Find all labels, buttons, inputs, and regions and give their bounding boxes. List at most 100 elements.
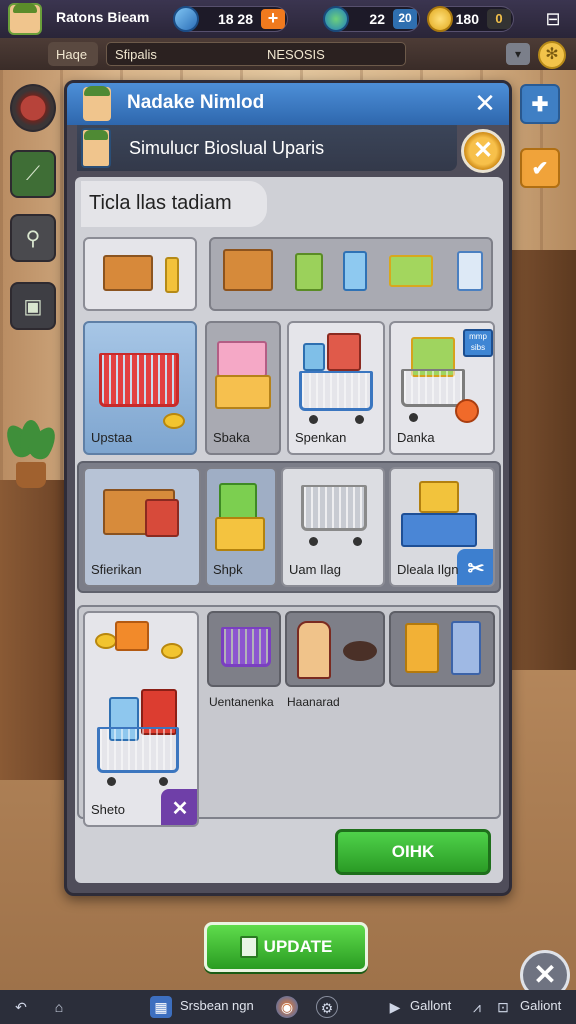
ok-button[interactable]: OIHK <box>335 829 491 875</box>
shelf-card-3-label: Spenkan <box>295 430 347 445</box>
gift-box-icon <box>215 375 271 409</box>
goods-strip-card[interactable] <box>209 237 493 311</box>
stock-card-3[interactable]: Uam Ilag <box>281 467 385 587</box>
purple-basket-icon <box>221 627 271 667</box>
cube-icon <box>295 253 323 291</box>
supply-card-1[interactable]: ✕ Sheto <box>83 611 199 827</box>
tasks-button[interactable]: ✔ <box>520 148 560 188</box>
taskbar-label-1[interactable]: Srsbean ngn <box>180 998 254 1013</box>
supply-card-3[interactable] <box>285 611 385 687</box>
yellow-box-icon <box>215 517 265 551</box>
blue-bin-icon <box>401 513 477 547</box>
section-title: Ticla llas tadiam <box>81 181 267 227</box>
stock-card-4[interactable]: ✂ Dleala Ilgn <box>389 467 495 587</box>
panel-subheader: Simulucr Bioslual Uparis <box>77 125 457 171</box>
scissors-icon[interactable]: ✂ <box>457 549 493 585</box>
tab-home[interactable]: Haqe <box>48 42 98 66</box>
shelf-card-4[interactable]: mmp sibs Danka <box>389 321 495 455</box>
remove-icon[interactable]: ✕ <box>161 789 197 825</box>
gem-resource: 18 28 + <box>173 6 288 32</box>
stock-card-1[interactable]: Sfierikan <box>83 467 201 587</box>
grey-cart-icon <box>401 369 465 407</box>
staff-avatar <box>81 128 111 168</box>
loaded-cart-icon <box>97 727 179 773</box>
taskbar-label-3[interactable]: Galiont <box>520 998 561 1013</box>
storage-button[interactable]: ▣ <box>10 282 56 330</box>
produce-icon <box>389 255 433 287</box>
stock-card-1-label: Sfierikan <box>91 562 142 577</box>
search-button[interactable]: ⚲ <box>10 214 56 262</box>
taskbar-label-2[interactable]: Gallont <box>410 998 451 1013</box>
stock-card-2[interactable]: Shpk <box>205 467 277 587</box>
plus-icon: ✚ <box>531 93 549 116</box>
crate-item-card[interactable] <box>83 237 197 311</box>
add-gems-button[interactable]: + <box>261 9 285 29</box>
settings-icon[interactable]: ✻ <box>538 41 566 69</box>
bottom-taskbar: ↶ ⌂ ▦ Srsbean ngn ◉ ⚙ ▶ Gallont ⩘ ⊡ Gali… <box>0 990 576 1024</box>
gem-value: 18 28 <box>217 11 253 27</box>
carton-icon <box>457 251 483 291</box>
blue-carton-icon <box>451 621 481 675</box>
coin-icon <box>427 6 453 32</box>
settings-circle-icon[interactable]: ⚙ <box>316 996 338 1018</box>
panel-header: Nadake Nimlod ✕ <box>67 83 509 125</box>
coin-icon <box>95 633 117 649</box>
supply-label-3: Haanarad <box>287 695 340 709</box>
jar-icon <box>343 251 367 291</box>
player-avatar[interactable] <box>8 3 42 35</box>
right-shelf <box>506 250 576 670</box>
wire-cart-icon <box>301 485 367 531</box>
grid-app-icon[interactable]: ▦ <box>150 996 172 1018</box>
supply-card-2[interactable] <box>207 611 281 687</box>
home-icon[interactable]: ⌂ <box>48 996 70 1018</box>
cancel-button[interactable]: ✕ <box>461 129 505 173</box>
shelf-card-2[interactable]: Sbaka <box>205 321 281 455</box>
location-bar[interactable]: Sfipalis NESOSIS <box>106 42 406 66</box>
bread-icon <box>343 641 377 661</box>
potted-plant <box>0 420 62 490</box>
energy-value: 22 <box>369 11 385 27</box>
minimize-icon[interactable]: ⊟ <box>540 6 566 32</box>
supply-card-4[interactable] <box>389 611 495 687</box>
stock-card-4-label: Dleala Ilgn <box>397 562 459 577</box>
shelf-card-2-label: Sbaka <box>213 430 250 445</box>
expand-button[interactable]: ✚ <box>520 84 560 124</box>
magnifier-icon: ⚲ <box>25 227 41 250</box>
add-energy-button[interactable]: 20 <box>393 9 417 29</box>
record-button[interactable] <box>10 84 56 132</box>
dropdown-icon[interactable]: ▾ <box>506 43 530 65</box>
update-button[interactable]: UPDATE <box>204 922 368 972</box>
left-counter <box>0 480 70 780</box>
chart-icon[interactable]: ⩘ <box>466 996 488 1018</box>
location-left: Sfipalis <box>115 46 157 62</box>
price-tag-icon: mmp sibs <box>463 329 493 357</box>
stock-card-3-label: Uam Ilag <box>289 562 342 577</box>
browser-icon[interactable]: ◉ <box>276 996 298 1018</box>
coin-value: 180 <box>455 11 479 27</box>
red-box-icon <box>145 499 179 537</box>
checkmark-icon: ✔ <box>531 157 549 180</box>
add-coins-button[interactable]: 0 <box>487 9 511 29</box>
drink-icon <box>303 343 325 371</box>
play-icon[interactable]: ▶ <box>384 996 406 1018</box>
tools-button[interactable]: ⟋ <box>10 150 56 198</box>
back-icon[interactable]: ↶ <box>10 996 32 1018</box>
coin-icon <box>161 643 183 659</box>
bottle-icon <box>165 257 179 293</box>
shelf-card-3[interactable]: Spenkan <box>287 321 385 455</box>
shelf-card-1-label: Upstaa <box>91 430 133 445</box>
close-icon[interactable]: ✕ <box>469 87 501 119</box>
supply-card-1-label: Sheto <box>91 802 125 817</box>
upgrade-panel: Nadake Nimlod ✕ Simulucr Bioslual Uparis… <box>64 80 512 896</box>
red-basket-icon <box>99 353 179 407</box>
shelf-card-1[interactable]: Upstaa <box>83 321 197 455</box>
coin-icon <box>163 413 185 429</box>
navigation-bar: Haqe Sfipalis NESOSIS ▾ ✻ <box>0 38 576 70</box>
clerk-icon <box>297 621 331 679</box>
energy-resource: 22 20 <box>323 6 420 32</box>
crop-icon[interactable]: ⊡ <box>492 996 514 1018</box>
document-icon <box>239 936 258 958</box>
location-center: NESOSIS <box>267 47 325 62</box>
top-status-bar: Ratons Bieam 18 28 + 22 20 180 0 ⊟ <box>0 0 576 38</box>
supply-label-2: Uentanenka <box>209 695 274 709</box>
